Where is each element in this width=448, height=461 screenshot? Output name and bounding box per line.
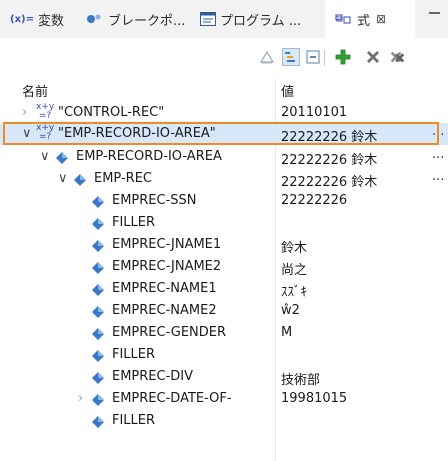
row-name: FILLER xyxy=(112,413,156,428)
tab-variables[interactable]: (x)= 変数 xyxy=(10,0,64,38)
row-value: 尚之 xyxy=(281,263,308,278)
expression-icon: x+y =? xyxy=(36,123,55,142)
variable-diamond-icon xyxy=(92,196,104,208)
row-name: EMP-REC xyxy=(94,171,152,186)
tab-program[interactable]: プログラム ... xyxy=(200,0,301,38)
column-header-name[interactable]: 名前 xyxy=(22,81,48,100)
remove-all-expressions-button[interactable] xyxy=(388,48,406,66)
table-row[interactable]: EMPREC-JNAME2 尚之 xyxy=(0,256,448,278)
table-header: 名前 値 xyxy=(0,76,448,102)
row-value: 19981015 xyxy=(281,391,348,406)
expressions-icon: ଷ xyxy=(335,12,353,26)
expand-icon[interactable]: › xyxy=(78,391,83,406)
value-details-button[interactable]: ... xyxy=(432,147,444,162)
expression-icon: x+y =? xyxy=(36,102,55,121)
variable-diamond-icon xyxy=(92,218,104,230)
row-value: 鈴木 xyxy=(281,241,308,256)
row-name: EMPREC-NAME1 xyxy=(112,281,217,296)
variable-diamond-icon xyxy=(92,394,104,406)
remove-expression-button[interactable] xyxy=(364,48,382,66)
row-name: "EMP-RECORD-IO-AREA" xyxy=(58,126,216,141)
row-value: 22222226 鈴木 xyxy=(281,130,378,145)
breakpoints-icon xyxy=(86,13,104,25)
column-header-value[interactable]: 値 xyxy=(281,81,294,100)
row-value: 22222226 鈴木 xyxy=(281,175,378,190)
row-name: EMPREC-JNAME2 xyxy=(112,259,222,274)
table-row[interactable]: › EMPREC-DATE-OF- 19981015 xyxy=(0,388,448,410)
tab-expressions[interactable]: ଷ 式 ⊠ xyxy=(325,0,415,38)
remove-icon xyxy=(367,51,379,63)
table-row[interactable]: EMPREC-NAME2 ŵ2 xyxy=(0,300,448,322)
value-details-button[interactable]: ... xyxy=(432,169,444,184)
tab-variables-label: 変数 xyxy=(37,13,64,29)
variable-diamond-icon xyxy=(92,262,104,274)
row-value: 技術部 xyxy=(281,373,321,388)
table-row[interactable]: EMPREC-SSN 22222226 xyxy=(0,190,448,212)
program-icon xyxy=(200,12,216,26)
table-row[interactable]: ∨ EMP-REC 22222226 鈴木 ... xyxy=(0,168,448,190)
table-row[interactable]: › x+y =? "CONTROL-REC" 20110101 xyxy=(0,102,448,124)
logical-structure-icon xyxy=(285,52,295,62)
collapse-icon[interactable]: ∨ xyxy=(40,149,50,164)
row-value: ｽｽﾞｷ xyxy=(281,285,307,300)
table-row[interactable]: EMPREC-JNAME1 鈴木 xyxy=(0,234,448,256)
type-names-icon xyxy=(259,50,275,64)
row-value: 22222226 xyxy=(281,193,348,208)
table-row[interactable]: FILLER xyxy=(0,212,448,234)
row-name: FILLER xyxy=(112,215,156,230)
remove-all-icon xyxy=(390,51,405,63)
expand-icon[interactable]: › xyxy=(22,105,27,120)
minimize-icon[interactable] xyxy=(429,12,440,14)
row-value: 20110101 xyxy=(281,105,348,120)
row-value: 22222226 鈴木 xyxy=(281,153,378,168)
variable-diamond-icon xyxy=(92,284,104,296)
table-row-selected[interactable]: ∨ x+y =? "EMP-RECORD-IO-AREA" 22222226 鈴木… xyxy=(0,123,448,145)
toolbar-separator xyxy=(324,50,325,66)
table-row[interactable]: EMPREC-GENDER M xyxy=(0,322,448,344)
variable-diamond-icon xyxy=(92,416,104,428)
row-name: EMPREC-DATE-OF- xyxy=(112,391,232,406)
row-name: EMPREC-JNAME1 xyxy=(112,237,222,252)
collapse-icon[interactable]: ∨ xyxy=(58,171,68,186)
row-value: M xyxy=(281,325,293,340)
row-name: EMPREC-NAME2 xyxy=(112,303,217,318)
value-details-button[interactable]: ... xyxy=(432,124,444,139)
add-icon xyxy=(335,49,351,65)
row-name: EMPREC-SSN xyxy=(112,193,197,208)
show-logical-structure-button[interactable] xyxy=(282,48,300,66)
tab-expressions-label: 式 xyxy=(357,13,371,29)
variable-diamond-icon xyxy=(92,328,104,340)
expressions-toolbar xyxy=(0,38,448,76)
variable-diamond-icon xyxy=(92,306,104,318)
variable-diamond-icon xyxy=(92,372,104,384)
row-name: "CONTROL-REC" xyxy=(58,105,165,120)
add-expression-button[interactable] xyxy=(334,48,352,66)
variable-diamond-icon xyxy=(92,350,104,362)
row-name: EMP-RECORD-IO-AREA xyxy=(76,149,222,164)
collapse-all-icon xyxy=(306,50,320,64)
variable-diamond-icon xyxy=(74,174,86,186)
tab-breakpoints-label: ブレークポ... xyxy=(108,13,186,29)
variable-diamond-icon xyxy=(92,240,104,252)
tab-program-label: プログラム ... xyxy=(220,13,302,29)
table-row[interactable]: EMPREC-DIV 技術部 xyxy=(0,366,448,388)
row-name: FILLER xyxy=(112,347,156,362)
row-name: EMPREC-DIV xyxy=(112,369,194,384)
row-value: ŵ2 xyxy=(281,303,300,318)
collapse-icon[interactable]: ∨ xyxy=(22,126,32,141)
table-row[interactable]: EMPREC-NAME1 ｽｽﾞｷ xyxy=(0,278,448,300)
table-row[interactable]: ∨ EMP-RECORD-IO-AREA 22222226 鈴木 ... xyxy=(0,146,448,168)
table-row[interactable]: FILLER xyxy=(0,344,448,366)
variables-icon: (x)= xyxy=(10,13,34,25)
row-name: EMPREC-GENDER xyxy=(112,325,227,340)
tab-breakpoints[interactable]: ブレークポ... xyxy=(86,0,185,38)
collapse-all-button[interactable] xyxy=(304,48,322,66)
view-tab-bar: (x)= 変数 ブレークポ... プログラム ... ଷ 式 ⊠ xyxy=(0,0,448,38)
table-row[interactable]: FILLER xyxy=(0,410,448,432)
close-icon[interactable]: ⊠ xyxy=(376,12,386,26)
variable-diamond-icon xyxy=(56,152,68,164)
show-type-names-button[interactable] xyxy=(258,48,276,66)
